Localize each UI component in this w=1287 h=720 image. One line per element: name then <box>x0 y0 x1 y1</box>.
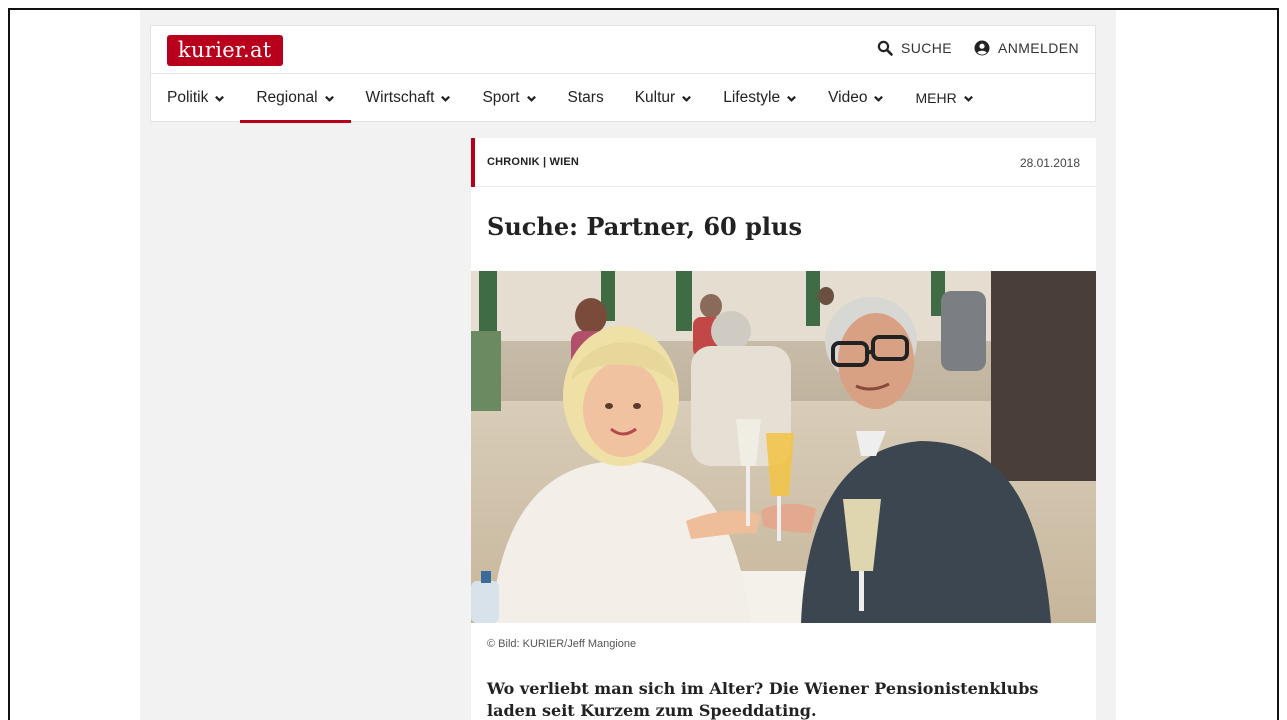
nav-item-label: Politik <box>167 89 209 106</box>
nav-item-wirtschaft[interactable]: Wirtschaft <box>366 74 452 122</box>
nav-item-stars[interactable]: Stars <box>568 74 604 122</box>
article-meta: CHRONIK | WIEN 28.01.2018 <box>471 138 1096 187</box>
article-category[interactable]: CHRONIK | WIEN <box>487 156 579 168</box>
top-bar: kurier.at SUCHE ANMELDEN <box>151 26 1095 74</box>
nav-item-kultur[interactable]: Kultur <box>635 74 693 122</box>
search-label: SUCHE <box>900 40 952 56</box>
site-logo[interactable]: kurier.at <box>167 35 283 66</box>
hero-image[interactable] <box>471 271 1096 623</box>
login-button[interactable]: ANMELDEN <box>974 40 1079 56</box>
article-date: 28.01.2018 <box>1019 156 1080 170</box>
article-lead: Wo verliebt man sich im Alter? Die Wiene… <box>487 679 1039 720</box>
chevron-down-icon <box>787 95 797 102</box>
nav-item-label: Regional <box>256 89 318 106</box>
nav-item-label: Lifestyle <box>723 89 781 106</box>
nav-item-label: MEHR <box>915 90 957 106</box>
main-nav: Politik Regional Wirtschaft Sport Stars <box>151 74 1095 123</box>
nav-item-lifestyle[interactable]: Lifestyle <box>723 74 797 122</box>
nav-item-politik[interactable]: Politik <box>167 74 225 122</box>
chevron-down-icon <box>874 95 884 102</box>
article-title: Suche: Partner, 60 plus <box>487 212 802 241</box>
chevron-down-icon <box>526 95 536 102</box>
chevron-down-icon <box>324 95 334 102</box>
category-marker <box>471 138 475 187</box>
search-icon <box>877 40 893 56</box>
top-actions: SUCHE ANMELDEN <box>877 40 1079 56</box>
nav-item-label: Video <box>828 89 868 106</box>
site-header: kurier.at SUCHE ANMELDEN Politik Regiona… <box>150 25 1096 123</box>
chevron-down-icon <box>441 95 451 102</box>
user-circle-icon <box>974 40 990 56</box>
nav-item-regional[interactable]: Regional <box>240 74 351 123</box>
nav-item-sport[interactable]: Sport <box>482 74 536 122</box>
nav-item-video[interactable]: Video <box>828 74 884 122</box>
search-button[interactable]: SUCHE <box>877 40 952 56</box>
page: kurier.at SUCHE ANMELDEN Politik Regiona… <box>140 10 1116 720</box>
nav-item-label: Wirtschaft <box>365 89 435 106</box>
nav-item-label: Sport <box>482 89 520 106</box>
chevron-down-icon <box>963 95 973 102</box>
nav-item-mehr[interactable]: MEHR <box>915 74 973 122</box>
browser-frame: kurier.at SUCHE ANMELDEN Politik Regiona… <box>8 8 1279 720</box>
image-credit: © Bild: KURIER/Jeff Mangione <box>487 638 637 650</box>
nav-item-label: Stars <box>567 89 604 106</box>
chevron-down-icon <box>215 95 225 102</box>
nav-item-label: Kultur <box>634 89 676 106</box>
login-label: ANMELDEN <box>998 40 1079 56</box>
chevron-down-icon <box>682 95 692 102</box>
article: CHRONIK | WIEN 28.01.2018 Suche: Partner… <box>471 138 1096 720</box>
